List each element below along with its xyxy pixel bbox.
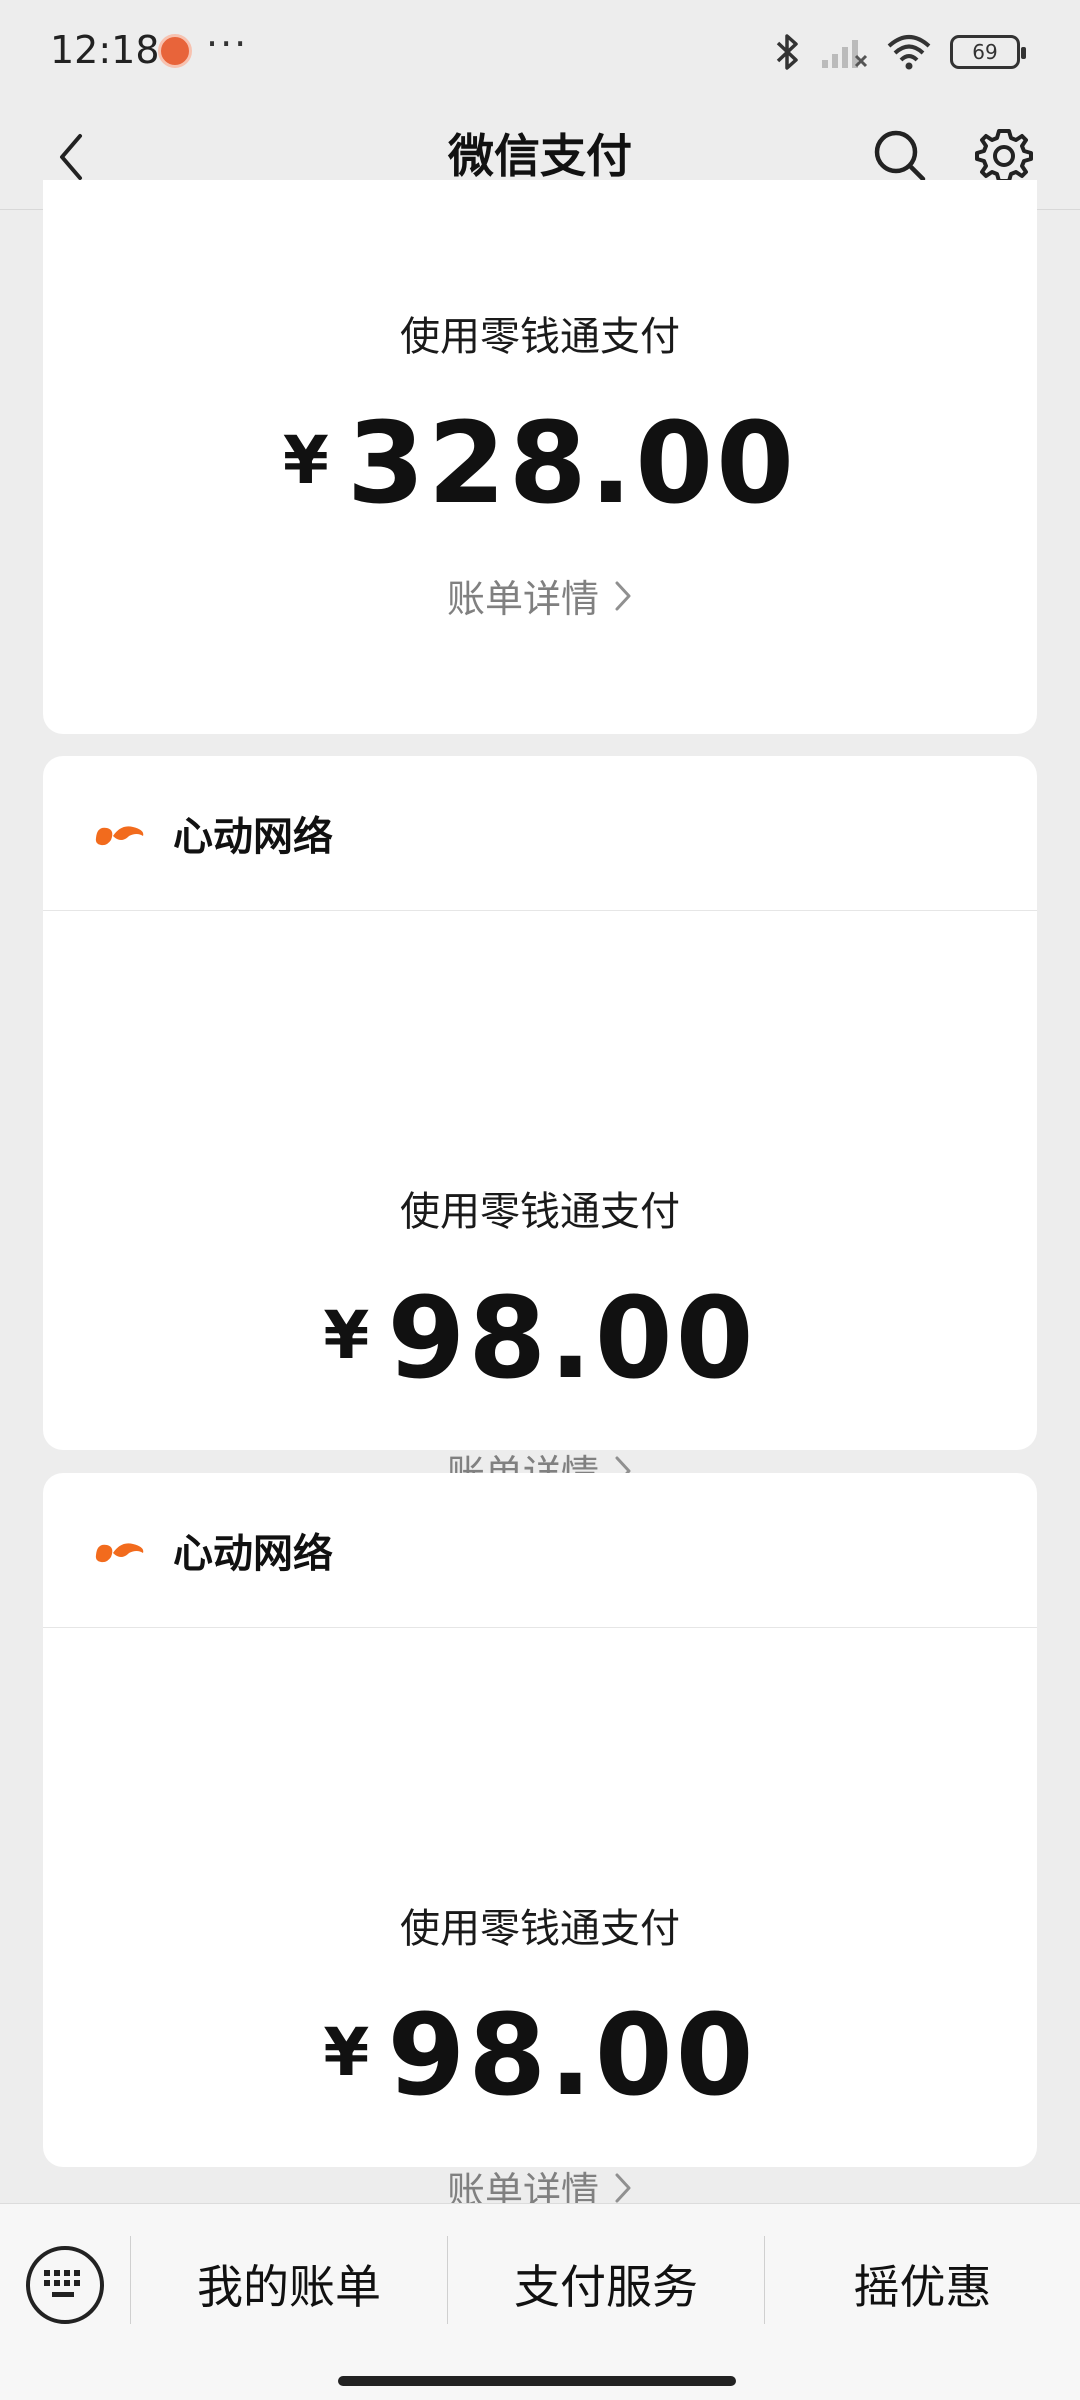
currency-symbol: ¥ bbox=[323, 2014, 370, 2091]
status-icons: 69 bbox=[772, 30, 1026, 74]
payment-method-label: 使用零钱通支付 bbox=[400, 1906, 680, 1952]
more-notifications-icon: ··· bbox=[206, 22, 249, 66]
status-time: 12:18 bbox=[50, 28, 160, 72]
payment-amount: ¥ 328.00 bbox=[43, 404, 1037, 524]
payment-method-label: 使用零钱通支付 bbox=[400, 314, 680, 360]
menu-payment-services[interactable]: 支付服务 bbox=[448, 2234, 764, 2334]
payment-amount: ¥ 98.00 bbox=[43, 1279, 1037, 1399]
merchant-name: 心动网络 bbox=[173, 814, 333, 860]
bill-detail-label: 账单详情 bbox=[446, 577, 599, 621]
home-indicator[interactable] bbox=[338, 2376, 736, 2386]
amount-value: 328.00 bbox=[346, 399, 798, 529]
keyboard-icon bbox=[44, 2270, 80, 2297]
merchant-logo-icon bbox=[95, 826, 144, 846]
battery-level: 69 bbox=[972, 40, 998, 64]
bluetooth-icon bbox=[776, 34, 798, 70]
cellular-signal-icon bbox=[822, 40, 868, 68]
bottom-menu-bar: 我的账单 支付服务 摇优惠 bbox=[0, 2203, 1080, 2400]
battery-icon: 69 bbox=[950, 35, 1026, 69]
merchant-logo-icon bbox=[95, 1543, 144, 1563]
menu-my-bills[interactable]: 我的账单 bbox=[131, 2234, 447, 2334]
search-icon bbox=[874, 130, 926, 182]
payment-card: 使用零钱通支付 ¥ 328.00 账单详情 bbox=[43, 180, 1037, 734]
app-notification-icon bbox=[158, 34, 192, 68]
gear-icon bbox=[975, 129, 1033, 183]
keyboard-toggle-button[interactable] bbox=[26, 2246, 104, 2324]
chevron-right-icon bbox=[615, 581, 631, 610]
currency-symbol: ¥ bbox=[282, 422, 329, 499]
bill-detail-link[interactable]: 账单详情 bbox=[447, 568, 633, 623]
amount-value: 98.00 bbox=[387, 1991, 757, 2121]
chevron-right-icon bbox=[615, 2173, 631, 2202]
amount-value: 98.00 bbox=[387, 1274, 757, 1404]
payment-amount: ¥ 98.00 bbox=[43, 1996, 1037, 2116]
menu-shake-offers[interactable]: 摇优惠 bbox=[765, 2234, 1080, 2334]
merchant-header[interactable]: 心动网络 bbox=[43, 756, 1037, 911]
merchant-header[interactable]: 心动网络 bbox=[43, 1473, 1037, 1628]
payment-method-label: 使用零钱通支付 bbox=[400, 1189, 680, 1235]
payment-card: 心动网络 使用零钱通支付 ¥ 98.00 账单详情 bbox=[43, 756, 1037, 1496]
merchant-name: 心动网络 bbox=[173, 1531, 333, 1577]
status-bar: 12:18 ··· 69 bbox=[0, 0, 1080, 100]
currency-symbol: ¥ bbox=[323, 1297, 370, 1374]
payment-card: 心动网络 使用零钱通支付 ¥ 98.00 账单详情 bbox=[43, 1473, 1037, 2213]
wifi-icon bbox=[887, 35, 931, 70]
